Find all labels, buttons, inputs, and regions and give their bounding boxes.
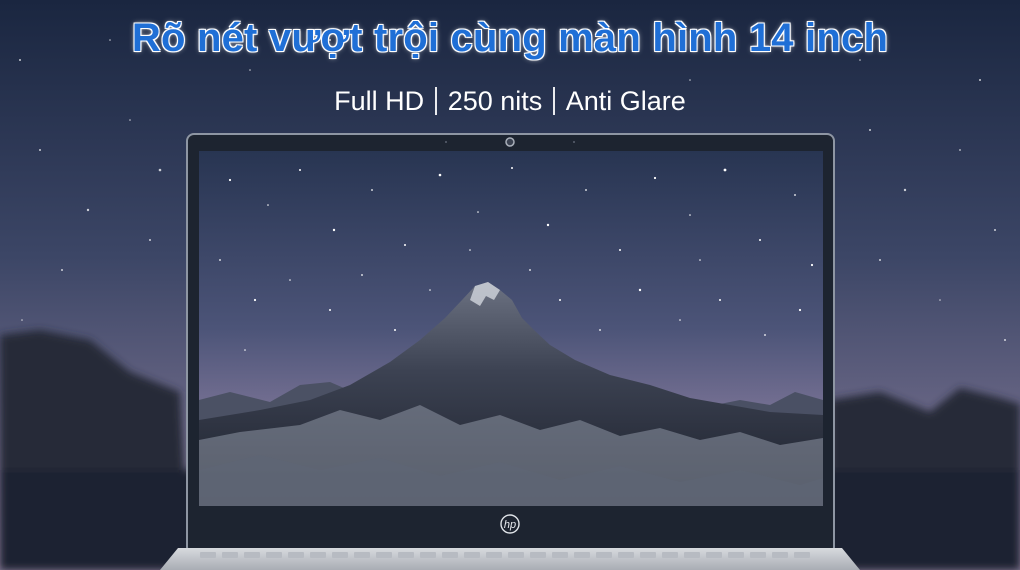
headline: Rõ nét vượt trội cùng màn hình 14 inch [131, 16, 889, 60]
spec-brightness: 250 nits [447, 86, 543, 116]
spec-divider [435, 87, 437, 115]
spec-resolution: Full HD [334, 86, 425, 116]
svg-text:hp: hp [504, 519, 516, 531]
spec-divider [553, 87, 555, 115]
spec-line: Full HD 250 nits Anti Glare [0, 86, 1020, 117]
spec-coating: Anti Glare [565, 86, 686, 116]
webcam-icon [505, 137, 515, 147]
laptop: hp [186, 133, 835, 555]
laptop-base [160, 548, 860, 570]
laptop-screen [199, 151, 823, 506]
